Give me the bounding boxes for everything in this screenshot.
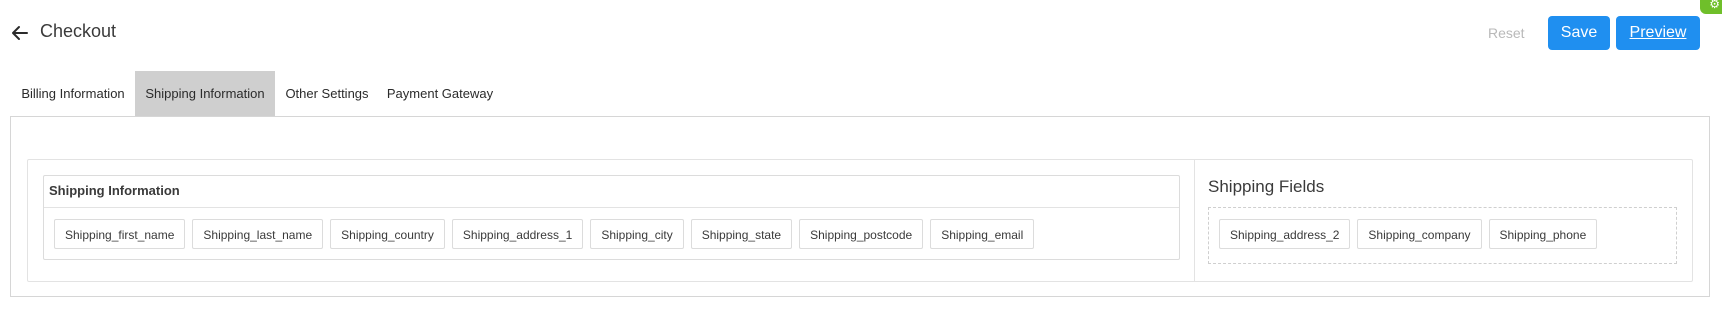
tab-other-settings[interactable]: Other Settings [275,71,379,117]
column-divider [1194,160,1195,281]
field-chip[interactable]: Shipping_company [1357,219,1482,249]
field-chip[interactable]: Shipping_email [930,219,1035,249]
field-chip[interactable]: Shipping_country [330,219,445,249]
field-chip[interactable]: Shipping_city [590,219,684,249]
divider [44,207,1179,208]
tab-shipping-information[interactable]: Shipping Information [135,71,275,117]
preview-button[interactable]: Preview [1616,16,1700,50]
settings-panel: Shipping Information Shipping_first_name… [10,116,1710,297]
card-title: Shipping Information [49,183,180,198]
field-chip[interactable]: Shipping_postcode [799,219,924,249]
tab-billing-information[interactable]: Billing Information [11,71,135,117]
page-title: Checkout [40,21,117,41]
field-chip[interactable]: Shipping_address_1 [451,219,584,249]
reset-button[interactable]: Reset [1488,25,1525,41]
available-fields-dropzone[interactable]: Shipping_address_2 Shipping_company Ship… [1208,207,1677,264]
field-chip[interactable]: Shipping_last_name [192,219,324,249]
available-fields-list: Shipping_address_2 Shipping_company Ship… [1219,219,1598,249]
save-button[interactable]: Save [1548,16,1610,50]
shipping-information-card: Shipping Information Shipping_first_name… [43,175,1180,260]
field-chip[interactable]: Shipping_address_2 [1219,219,1351,249]
gear-icon: ⚙ [1709,0,1720,11]
corner-badge[interactable]: ⚙ [1700,0,1722,14]
fields-container: Shipping Information Shipping_first_name… [27,159,1693,282]
page-header: Checkout Reset Save Preview ⚙ [0,0,1722,66]
field-chip[interactable]: Shipping_state [690,219,793,249]
active-fields-list: Shipping_first_name Shipping_last_name S… [54,219,1035,249]
tab-payment-gateway[interactable]: Payment Gateway [379,71,501,117]
field-chip[interactable]: Shipping_phone [1488,219,1598,249]
shipping-fields-title: Shipping Fields [1208,177,1325,196]
arrow-left-icon[interactable] [11,24,29,42]
field-chip[interactable]: Shipping_first_name [54,219,186,249]
